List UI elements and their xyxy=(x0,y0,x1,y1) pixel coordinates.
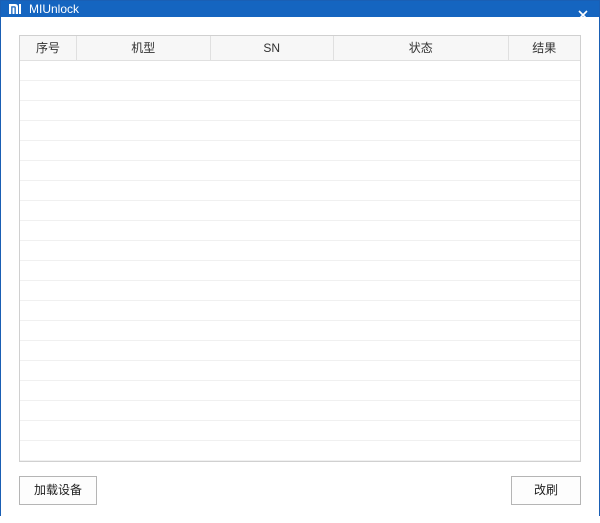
table-row[interactable] xyxy=(20,60,580,80)
table-row[interactable] xyxy=(20,120,580,140)
col-header-model[interactable]: 机型 xyxy=(77,36,211,60)
table-row[interactable] xyxy=(20,200,580,220)
minimize-button[interactable] xyxy=(539,3,563,27)
refresh-button[interactable]: 改刷 xyxy=(511,476,581,505)
table-row[interactable] xyxy=(20,260,580,280)
table-row[interactable] xyxy=(20,300,580,320)
device-table-container: 序号 机型 SN 状态 结果 xyxy=(19,35,581,462)
table-row[interactable] xyxy=(20,360,580,380)
table-row[interactable] xyxy=(20,320,580,340)
col-header-sn[interactable]: SN xyxy=(210,36,333,60)
content-area: 序号 机型 SN 状态 结果 加载设备 改刷 xyxy=(1,17,599,523)
titlebar: MIUnlock xyxy=(1,1,599,17)
table-row[interactable] xyxy=(20,160,580,180)
window-controls xyxy=(539,1,595,29)
bottom-bar: 加载设备 改刷 xyxy=(19,476,581,505)
mi-logo-icon xyxy=(7,1,23,17)
table-row[interactable] xyxy=(20,140,580,160)
load-devices-button[interactable]: 加载设备 xyxy=(19,476,97,505)
col-header-result[interactable]: 结果 xyxy=(508,36,580,60)
table-row[interactable] xyxy=(20,420,580,440)
app-window: MIUnlock 序号 xyxy=(0,0,600,516)
table-row[interactable] xyxy=(20,240,580,260)
table-row[interactable] xyxy=(20,440,580,460)
close-button[interactable] xyxy=(571,3,595,27)
table-body xyxy=(20,60,580,460)
table-row[interactable] xyxy=(20,100,580,120)
table-row[interactable] xyxy=(20,180,580,200)
device-table: 序号 机型 SN 状态 结果 xyxy=(20,36,580,461)
window-title: MIUnlock xyxy=(29,2,79,16)
table-row[interactable] xyxy=(20,340,580,360)
col-header-index[interactable]: 序号 xyxy=(20,36,77,60)
table-row[interactable] xyxy=(20,280,580,300)
table-row[interactable] xyxy=(20,380,580,400)
table-row[interactable] xyxy=(20,80,580,100)
col-header-status[interactable]: 状态 xyxy=(333,36,508,60)
table-row[interactable] xyxy=(20,400,580,420)
table-row[interactable] xyxy=(20,220,580,240)
